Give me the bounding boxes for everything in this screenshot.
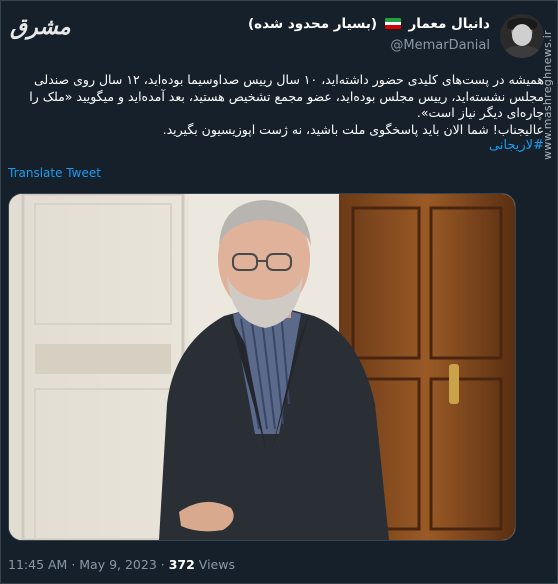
tweet-text-line: چاره‌ای دیگر نیاز است».: [416, 105, 544, 120]
photo-illustration: [9, 194, 515, 540]
tweet-text-line: همیشه در پست‌های کلیدی حضور داشته‌اید، ۱…: [33, 72, 544, 87]
views-label: Views: [198, 557, 235, 572]
tweet-header: مشرق دانیال معمار (بسیار محدود شده) @Mem…: [0, 14, 558, 60]
mashregh-logo: مشرق: [10, 14, 72, 40]
tweet-text-line: مجلس نشسته‌اید، رییس مجلس بوده‌اید، عضو …: [29, 88, 544, 104]
avatar-icon[interactable]: [500, 14, 544, 58]
tweet-date[interactable]: May 9, 2023: [79, 557, 157, 572]
tweet-time[interactable]: 11:45 AM: [8, 557, 67, 572]
hashtag-link[interactable]: #لاریجانی: [22, 138, 544, 155]
logo-text: مشرق: [10, 14, 72, 40]
tweet-photo[interactable]: [8, 193, 516, 541]
tweet-meta: 11:45 AM · May 9, 2023 · 372 Views: [8, 557, 235, 572]
iran-flag-icon: [384, 18, 401, 29]
display-name-prefix: دانیال معمار: [408, 16, 491, 32]
views-count: 372: [168, 557, 195, 572]
display-name-row[interactable]: دانیال معمار (بسیار محدود شده): [248, 16, 490, 32]
user-handle[interactable]: @MemarDanial: [390, 38, 490, 53]
tweet-text: همیشه در پست‌های کلیدی حضور داشته‌اید، ۱…: [22, 72, 544, 155]
translate-tweet-link[interactable]: Translate Tweet: [8, 166, 101, 180]
tweet-text-line: عالیجناب! شما الان باید پاسخگوی ملت باشی…: [162, 121, 544, 137]
display-name-suffix: (بسیار محدود شده): [247, 16, 378, 32]
